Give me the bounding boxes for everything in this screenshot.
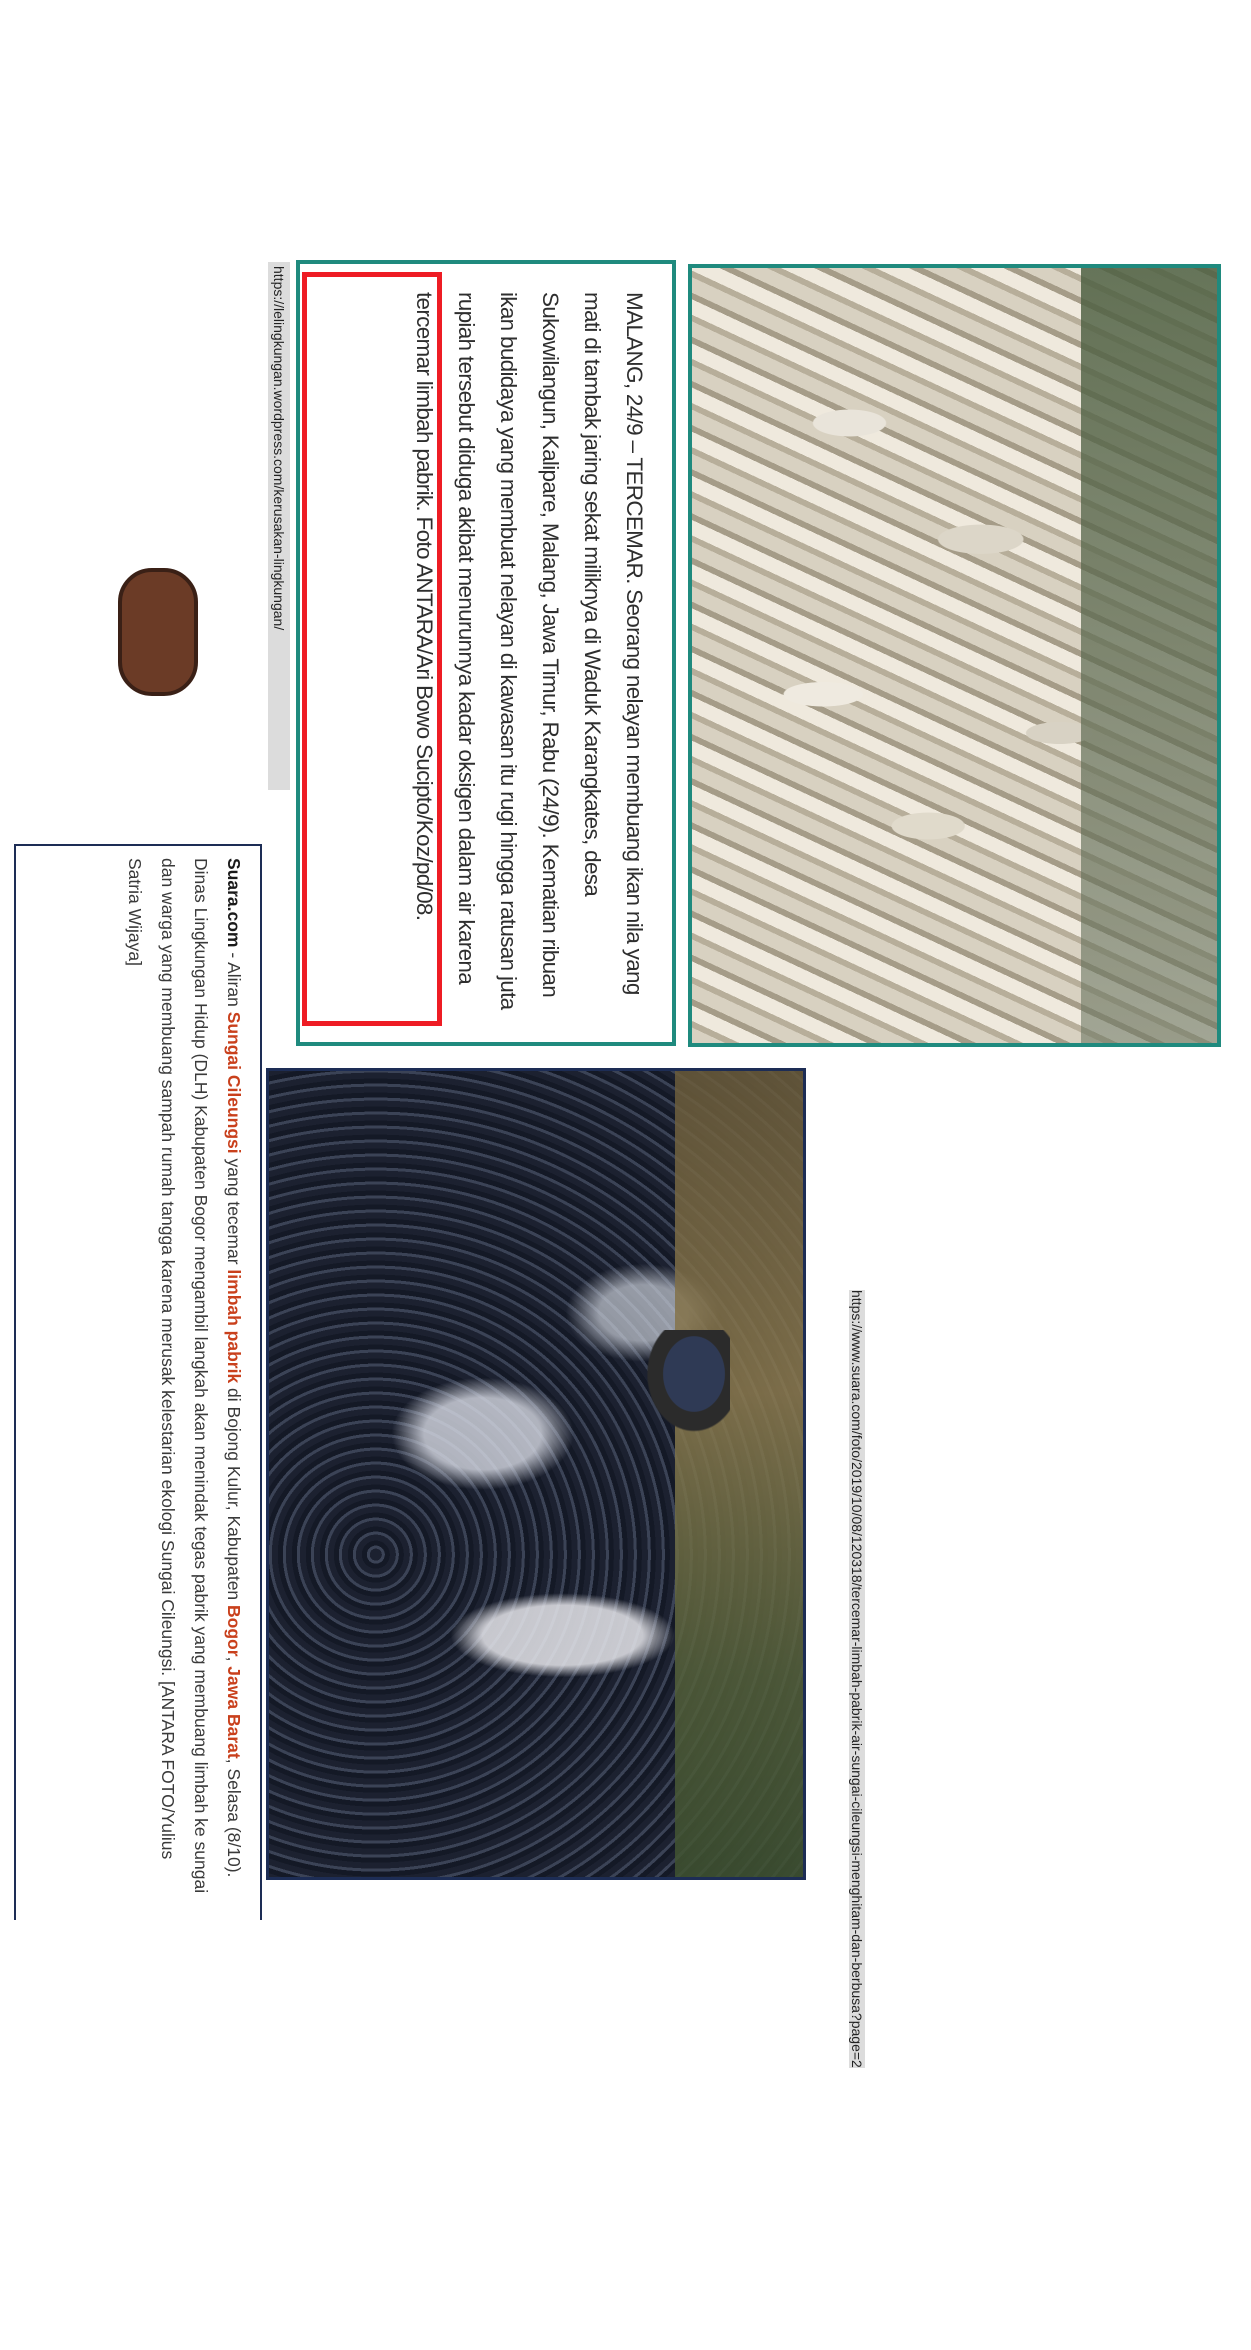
caption-suara-text: Suara.com - Aliran Sungai Cileungsi yang… bbox=[18, 858, 250, 1898]
keyword-bogor: Bogor bbox=[224, 1605, 244, 1657]
foamy-river-photo bbox=[266, 1068, 806, 1880]
source-url-suara-text[interactable]: https://www.suara.com/foto/2019/10/08/12… bbox=[849, 1290, 865, 2068]
keyword-jawa-barat: Jawa Barat bbox=[224, 1666, 244, 1759]
person-on-riverbank bbox=[640, 1330, 730, 1440]
source-url-wordpress[interactable]: https://lelingkungan.wordpress.com/kerus… bbox=[268, 262, 290, 790]
caption-segment: di Bojong Kulur, Kabupaten bbox=[224, 1383, 244, 1606]
caption-brand: Suara.com bbox=[224, 858, 244, 948]
caption-segment: yang tecemar bbox=[224, 1153, 244, 1270]
source-url-suara[interactable]: https://www.suara.com/foto/2019/10/08/12… bbox=[824, 1290, 868, 2350]
boat-with-fisherman bbox=[118, 568, 198, 696]
caption-segment: , bbox=[224, 1656, 244, 1667]
keyword-waste: limbah pabrik bbox=[224, 1269, 244, 1384]
keyword-river: Sungai Cileungsi bbox=[224, 1011, 244, 1154]
red-highlight-box bbox=[302, 272, 442, 1026]
caption-segment: - Aliran bbox=[224, 947, 244, 1012]
dead-fish-photo bbox=[688, 264, 1221, 1047]
